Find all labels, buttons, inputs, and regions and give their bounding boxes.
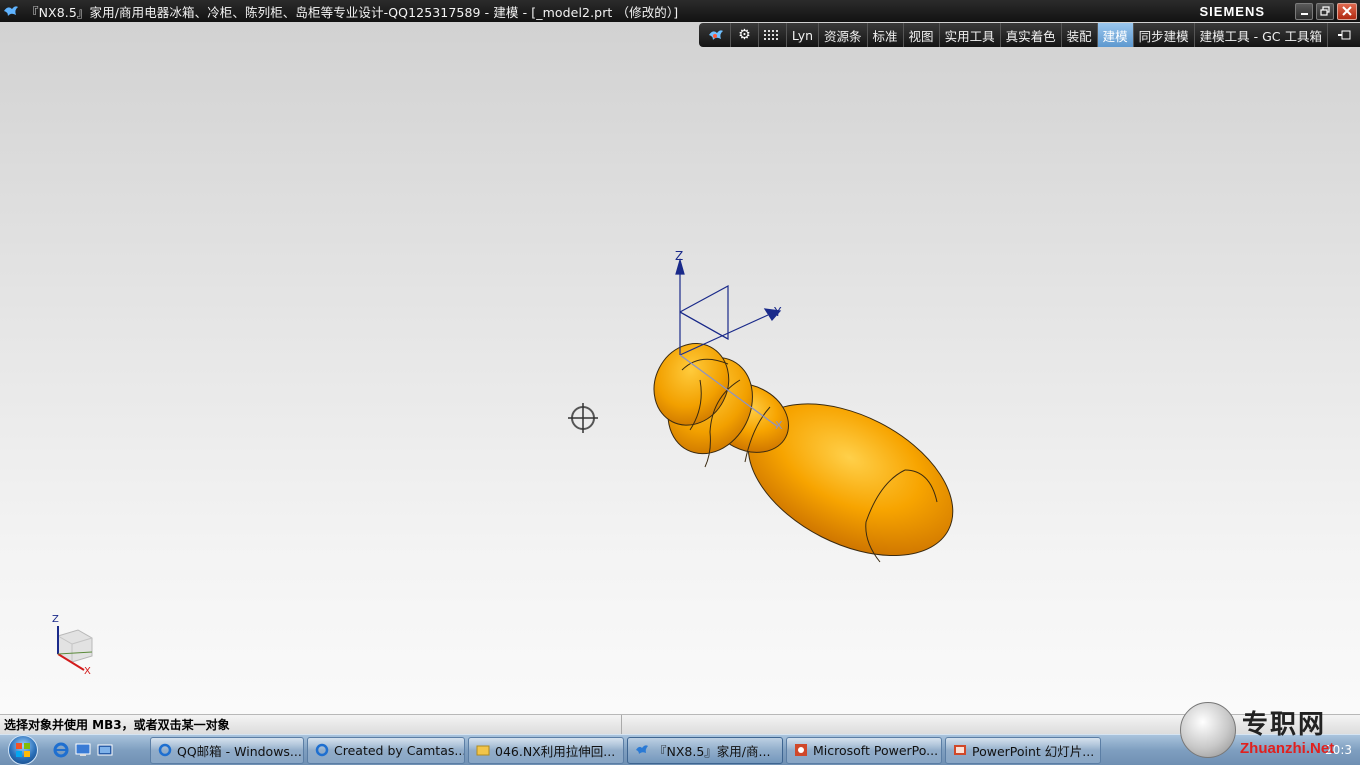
zhuanzhi-watermark: 专职网 Zhuanzhi.Net <box>1176 700 1360 765</box>
show-desktop-icon[interactable] <box>74 741 92 759</box>
restore-button[interactable] <box>1316 2 1334 20</box>
taskbar-item-folder-046[interactable]: 046.NX利用拉伸回... <box>468 736 624 764</box>
crosshair-cursor-icon <box>568 403 598 433</box>
graphics-window[interactable]: ⚙ Lyn 资源条 标准 视图 实用工具 真实着色 装配 建模 同步建模 建模工… <box>0 22 1360 714</box>
title-bar: 『NX8.5』家用/商用电器冰箱、冷柜、陈列柜、岛柜等专业设计-QQ125317… <box>0 0 1360 22</box>
status-bar: 选择对象并使用 MB3，或者双击某一对象 <box>0 714 1360 734</box>
watermark-url: Zhuanzhi.Net <box>1240 740 1335 757</box>
start-button[interactable] <box>0 735 46 765</box>
window-title: 『NX8.5』家用/商用电器冰箱、冷柜、陈列柜、岛柜等专业设计-QQ125317… <box>26 4 679 20</box>
cue-line: 选择对象并使用 MB3，或者双击某一对象 <box>0 715 622 734</box>
view-triad-icon <box>57 626 93 671</box>
taskbar-item-slideshow[interactable]: PowerPoint 幻灯片... <box>945 736 1101 764</box>
windows-logo-icon <box>8 735 38 765</box>
soccer-ball-logo-icon <box>1180 702 1236 758</box>
quick-launch <box>46 741 150 759</box>
switch-windows-icon[interactable] <box>96 741 114 759</box>
ie-icon <box>157 742 173 758</box>
csys-z-label: Z <box>675 249 683 263</box>
close-button[interactable] <box>1337 2 1357 20</box>
siemens-brand: SIEMENS <box>1199 3 1265 19</box>
minimize-button[interactable] <box>1295 2 1313 20</box>
folder-icon <box>475 742 491 758</box>
windows-taskbar: QQ邮箱 - Windows... Created by Camtas... 0… <box>0 734 1360 765</box>
triad-z-label: Z <box>52 614 59 625</box>
nx-app-icon[interactable] <box>0 0 22 22</box>
slideshow-icon <box>952 742 968 758</box>
ie-icon[interactable] <box>52 741 70 759</box>
model-canvas[interactable]: Z Y X <box>0 22 1360 714</box>
taskbar-item-nx[interactable]: 『NX8.5』家用/商... <box>627 736 783 764</box>
powerpoint-icon <box>793 742 809 758</box>
nx-icon <box>634 742 650 758</box>
taskbar-item-qq-mail[interactable]: QQ邮箱 - Windows... <box>150 736 304 764</box>
ie-icon <box>314 742 330 758</box>
csys-y-label: Y <box>773 305 782 319</box>
triad-x-label: X <box>84 666 91 677</box>
taskbar-item-camtasia[interactable]: Created by Camtas... <box>307 736 465 764</box>
revolved-handle-model[interactable] <box>640 331 977 587</box>
taskbar-item-powerpoint[interactable]: Microsoft PowerPo... <box>786 736 942 764</box>
csys-x-label: X <box>775 419 783 432</box>
watermark-text: 专职网 <box>1242 710 1327 740</box>
